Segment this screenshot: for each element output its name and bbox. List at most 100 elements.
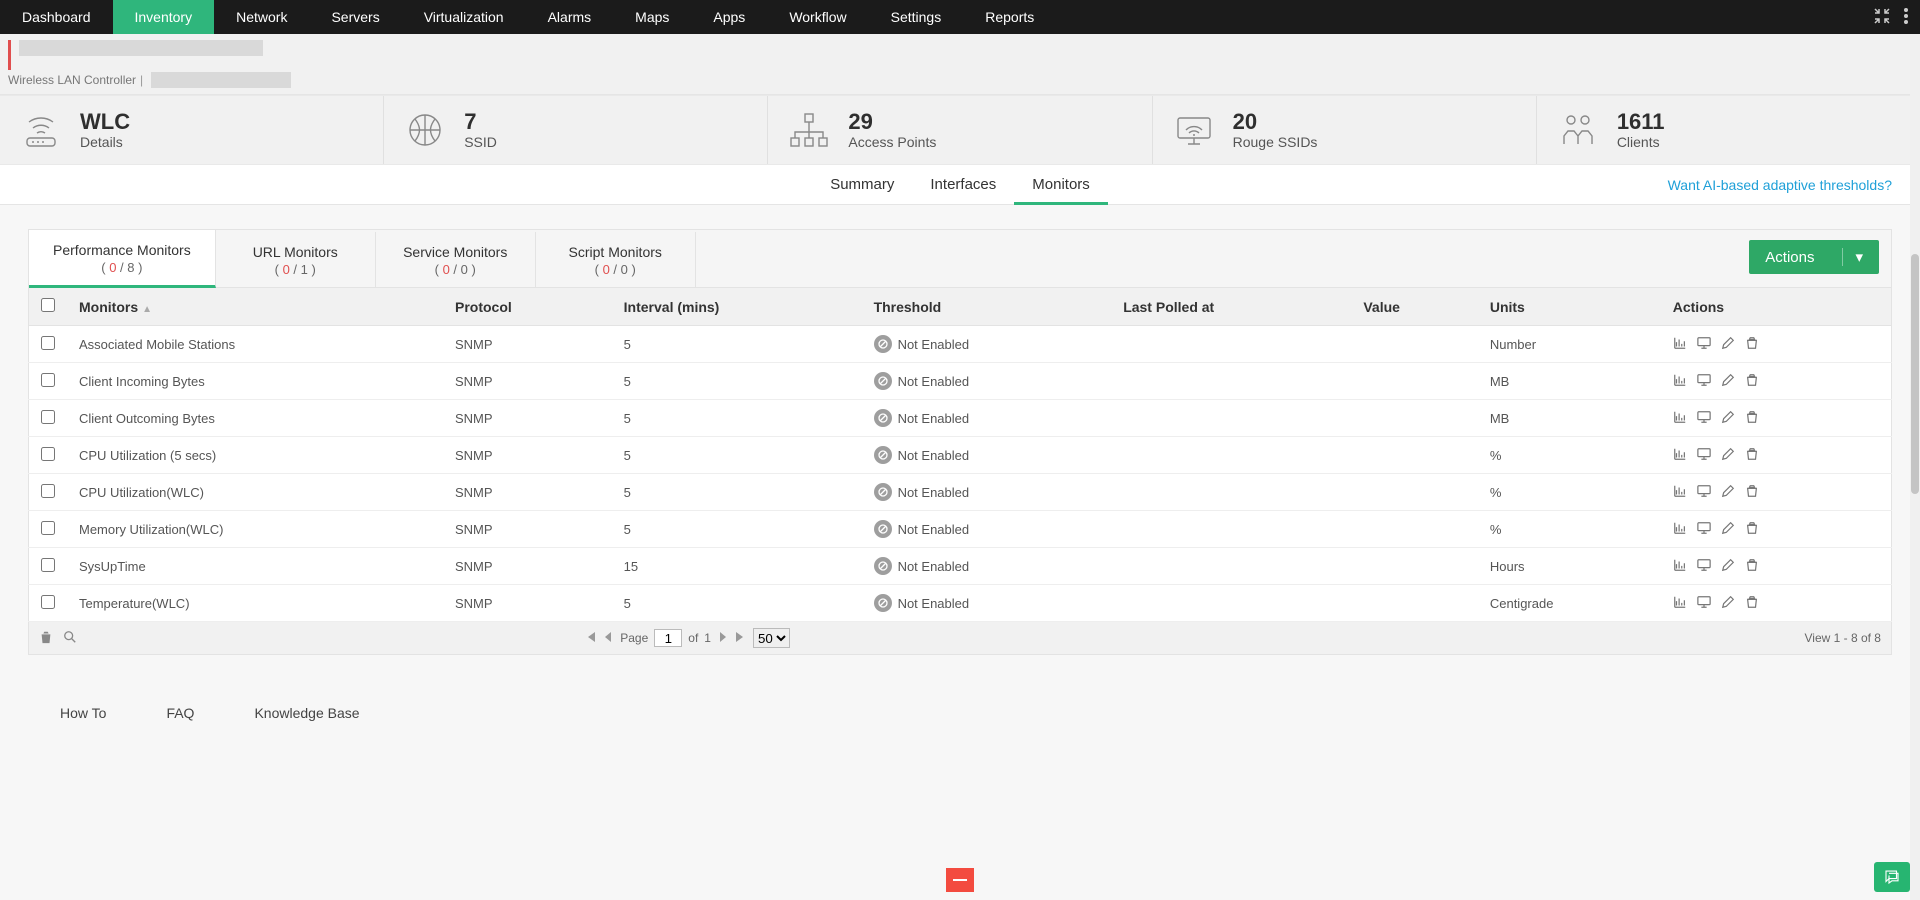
monitor-icon[interactable] <box>1697 373 1711 390</box>
nav-item-network[interactable]: Network <box>214 0 309 34</box>
edit-icon[interactable] <box>1721 410 1735 427</box>
nav-item-virtualization[interactable]: Virtualization <box>402 0 526 34</box>
edit-icon[interactable] <box>1721 558 1735 575</box>
row-checkbox[interactable] <box>41 410 55 424</box>
monitor-type-tab-url-monitors[interactable]: URL Monitors( 0 / 1 ) <box>216 232 376 287</box>
nav-item-dashboard[interactable]: Dashboard <box>0 0 113 34</box>
monitor-icon[interactable] <box>1697 410 1711 427</box>
footer-link-how-to[interactable]: How To <box>60 705 106 721</box>
stat-card-clients[interactable]: 1611Clients <box>1537 96 1920 164</box>
threshold-cell[interactable]: Not Enabled <box>874 557 1100 575</box>
nav-item-settings[interactable]: Settings <box>869 0 964 34</box>
collapse-icon[interactable] <box>1874 8 1890 27</box>
trash-icon[interactable] <box>1745 558 1759 575</box>
chart-icon[interactable] <box>1673 484 1687 501</box>
monitor-icon[interactable] <box>1697 484 1711 501</box>
chart-icon[interactable] <box>1673 595 1687 612</box>
threshold-cell[interactable]: Not Enabled <box>874 409 1100 427</box>
search-icon[interactable] <box>63 630 77 647</box>
monitor-type-tab-performance-monitors[interactable]: Performance Monitors( 0 / 8 ) <box>29 230 216 288</box>
monitor-name[interactable]: CPU Utilization (5 secs) <box>67 437 443 474</box>
trash-icon[interactable] <box>1745 336 1759 353</box>
first-page-icon[interactable] <box>584 631 596 646</box>
stat-card-ssid[interactable]: 7SSID <box>384 96 768 164</box>
edit-icon[interactable] <box>1721 336 1735 353</box>
edit-icon[interactable] <box>1721 521 1735 538</box>
threshold-cell[interactable]: Not Enabled <box>874 594 1100 612</box>
chart-icon[interactable] <box>1673 373 1687 390</box>
stat-card-details[interactable]: WLCDetails <box>0 96 384 164</box>
chat-widget-button[interactable] <box>1874 862 1910 892</box>
tab-interfaces[interactable]: Interfaces <box>912 165 1014 205</box>
chart-icon[interactable] <box>1673 410 1687 427</box>
tab-summary[interactable]: Summary <box>812 165 912 205</box>
column-value[interactable]: Value <box>1351 288 1478 326</box>
trash-icon[interactable] <box>1745 595 1759 612</box>
monitor-name[interactable]: Temperature(WLC) <box>67 585 443 622</box>
next-page-icon[interactable] <box>717 631 729 646</box>
row-checkbox[interactable] <box>41 447 55 461</box>
monitor-type-tab-script-monitors[interactable]: Script Monitors( 0 / 0 ) <box>536 232 696 287</box>
row-checkbox[interactable] <box>41 558 55 572</box>
threshold-cell[interactable]: Not Enabled <box>874 335 1100 353</box>
footer-link-faq[interactable]: FAQ <box>166 705 194 721</box>
delete-icon[interactable] <box>39 630 53 647</box>
edit-icon[interactable] <box>1721 595 1735 612</box>
monitor-name[interactable]: SysUpTime <box>67 548 443 585</box>
trash-icon[interactable] <box>1745 521 1759 538</box>
column-threshold[interactable]: Threshold <box>862 288 1112 326</box>
column-last-polled-at[interactable]: Last Polled at <box>1111 288 1351 326</box>
ai-thresholds-link[interactable]: Want AI-based adaptive thresholds? <box>1668 177 1892 193</box>
trash-icon[interactable] <box>1745 410 1759 427</box>
row-checkbox[interactable] <box>41 521 55 535</box>
nav-item-inventory[interactable]: Inventory <box>113 0 215 34</box>
chart-icon[interactable] <box>1673 558 1687 575</box>
column-actions[interactable]: Actions <box>1661 288 1892 326</box>
monitor-name[interactable]: Client Outcoming Bytes <box>67 400 443 437</box>
nav-item-apps[interactable]: Apps <box>691 0 767 34</box>
page-input[interactable] <box>654 629 682 647</box>
threshold-cell[interactable]: Not Enabled <box>874 372 1100 390</box>
threshold-cell[interactable]: Not Enabled <box>874 520 1100 538</box>
stat-card-rouge-ssids[interactable]: 20Rouge SSIDs <box>1153 96 1537 164</box>
threshold-cell[interactable]: Not Enabled <box>874 483 1100 501</box>
column-interval-mins-[interactable]: Interval (mins) <box>612 288 862 326</box>
edit-icon[interactable] <box>1721 373 1735 390</box>
column-protocol[interactable]: Protocol <box>443 288 612 326</box>
trash-icon[interactable] <box>1745 484 1759 501</box>
nav-item-alarms[interactable]: Alarms <box>526 0 614 34</box>
nav-item-reports[interactable]: Reports <box>963 0 1056 34</box>
monitor-name[interactable]: Client Incoming Bytes <box>67 363 443 400</box>
column-monitors[interactable]: Monitors▲ <box>67 288 443 326</box>
stat-card-access-points[interactable]: 29Access Points <box>768 96 1152 164</box>
edit-icon[interactable] <box>1721 484 1735 501</box>
row-checkbox[interactable] <box>41 595 55 609</box>
vertical-scrollbar[interactable] <box>1910 34 1920 900</box>
nav-item-servers[interactable]: Servers <box>309 0 401 34</box>
row-checkbox[interactable] <box>41 373 55 387</box>
monitor-icon[interactable] <box>1697 558 1711 575</box>
chart-icon[interactable] <box>1673 447 1687 464</box>
page-size-select[interactable]: 50 <box>753 628 790 648</box>
footer-link-knowledge-base[interactable]: Knowledge Base <box>254 705 359 721</box>
prev-page-icon[interactable] <box>602 631 614 646</box>
row-checkbox[interactable] <box>41 336 55 350</box>
column-units[interactable]: Units <box>1478 288 1661 326</box>
nav-item-workflow[interactable]: Workflow <box>767 0 868 34</box>
monitor-name[interactable]: Associated Mobile Stations <box>67 326 443 363</box>
chart-icon[interactable] <box>1673 336 1687 353</box>
monitor-icon[interactable] <box>1697 521 1711 538</box>
monitor-icon[interactable] <box>1697 336 1711 353</box>
tab-monitors[interactable]: Monitors <box>1014 165 1108 205</box>
monitor-type-tab-service-monitors[interactable]: Service Monitors( 0 / 0 ) <box>376 232 536 287</box>
edit-icon[interactable] <box>1721 447 1735 464</box>
minimize-widget-button[interactable] <box>946 868 974 892</box>
monitor-icon[interactable] <box>1697 447 1711 464</box>
actions-button[interactable]: Actions ▾ <box>1749 240 1879 274</box>
monitor-name[interactable]: CPU Utilization(WLC) <box>67 474 443 511</box>
nav-item-maps[interactable]: Maps <box>613 0 691 34</box>
monitor-icon[interactable] <box>1697 595 1711 612</box>
last-page-icon[interactable] <box>735 631 747 646</box>
trash-icon[interactable] <box>1745 373 1759 390</box>
select-all-checkbox[interactable] <box>41 298 55 312</box>
